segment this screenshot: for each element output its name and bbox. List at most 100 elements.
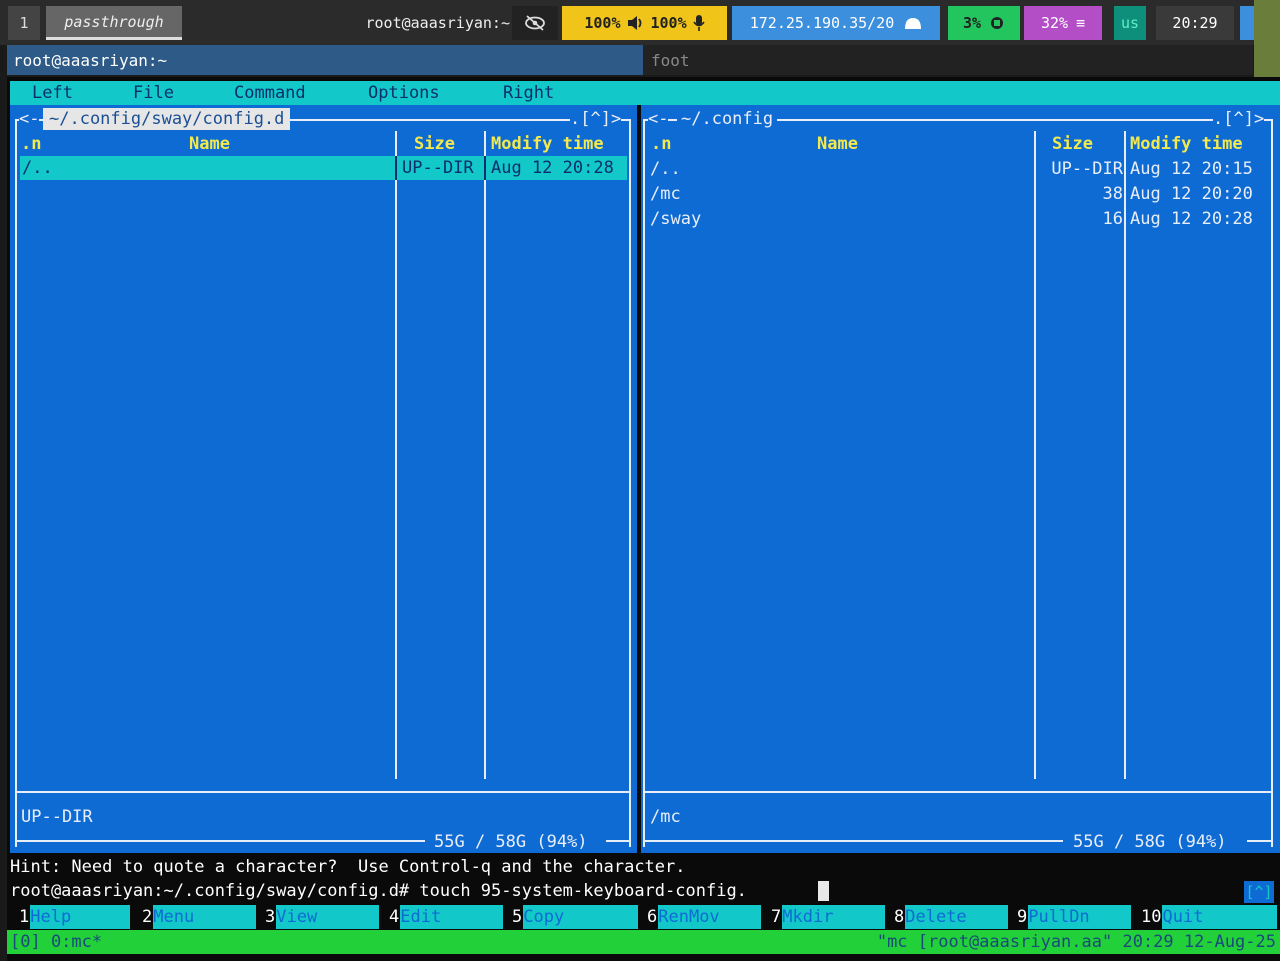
header-modify-time[interactable]: Modify time: [491, 133, 604, 155]
panel-status-divider: [643, 791, 1273, 793]
right-panel-path[interactable]: ~/.config: [677, 108, 778, 130]
hint-line: Hint: Need to quote a character? Use Con…: [10, 857, 686, 877]
ethernet-icon: [905, 18, 922, 29]
keyboard-layout-label: us: [1120, 14, 1140, 32]
row-modify-time: Aug 12 20:28: [491, 158, 614, 178]
cpu-module[interactable]: 3%: [948, 6, 1020, 40]
command-history-button[interactable]: [^]: [1244, 881, 1274, 903]
f7-mkdir-button[interactable]: 7Mkdir: [770, 905, 886, 929]
panel-frame-bottom: [643, 840, 1063, 842]
mc-menubar: Left File Command Options Right: [10, 81, 1280, 105]
eye-slash-icon: [525, 15, 545, 31]
binding-mode-label: passthrough: [64, 12, 164, 31]
command-line-input[interactable]: root@aaasriyan:~/.config/sway/config.d# …: [10, 880, 747, 902]
inactive-window-title: foot: [651, 50, 690, 70]
fkey-label: Delete: [905, 905, 1009, 929]
memory-bars-icon: ≡: [1076, 14, 1086, 32]
active-window-titlebar[interactable]: root@aaasriyan:~: [7, 45, 643, 75]
row-name: /..: [22, 158, 53, 178]
panel-status-line: UP--DIR: [21, 807, 93, 827]
panel-nav-left[interactable]: <-: [648, 108, 669, 130]
panel-frame-bottom-end: [606, 840, 630, 842]
panel-frame-right: [1271, 119, 1273, 847]
tray-edge: [1240, 6, 1254, 40]
tmux-window-list[interactable]: [0] 0:mc*: [10, 930, 102, 954]
memory-module[interactable]: 32% ≡: [1024, 6, 1102, 40]
table-row[interactable]: /.. UP--DIR Aug 12 20:15: [645, 157, 1271, 181]
fkey-label: Menu: [153, 905, 257, 929]
keyboard-layout[interactable]: us: [1114, 6, 1146, 40]
microphone-volume: 100%: [650, 14, 687, 32]
left-panel-path[interactable]: ~/.config/sway/config.d: [43, 108, 291, 130]
f2-menu-button[interactable]: 2Menu: [141, 905, 257, 929]
menu-options[interactable]: Options: [368, 81, 440, 105]
fkey-label: Mkdir: [782, 905, 886, 929]
ip-address: 172.25.190.35/20: [749, 14, 895, 32]
text-cursor: [818, 881, 829, 901]
fkey-number: 6: [646, 905, 659, 929]
header-sort[interactable]: .n: [21, 133, 41, 155]
menu-right[interactable]: Right: [503, 81, 554, 105]
f1-help-button[interactable]: 1Help: [18, 905, 131, 929]
f4-edit-button[interactable]: 4Edit: [388, 905, 504, 929]
f6-renmov-button[interactable]: 6RenMov: [646, 905, 762, 929]
workspace-button[interactable]: 1: [8, 6, 40, 40]
header-modify-time[interactable]: Modify time: [1130, 133, 1243, 155]
header-size[interactable]: Size: [414, 133, 455, 155]
f10-quit-button[interactable]: 10Quit: [1140, 905, 1278, 929]
memory-usage: 32%: [1040, 14, 1069, 32]
volume-module[interactable]: 100% 100%: [562, 6, 727, 40]
speaker-volume: 100%: [584, 14, 621, 32]
panel-frame-bottom: [15, 840, 425, 842]
selected-row-divider-size: [395, 156, 397, 180]
panel-frame-right: [629, 119, 631, 847]
column-divider-mtime: [484, 131, 486, 779]
idle-inhibitor-button[interactable]: [512, 6, 558, 40]
disk-free-info: 55G / 58G (94%): [430, 831, 592, 853]
panel-nav-right[interactable]: .[^]>: [570, 108, 622, 130]
fkey-label: Quit: [1162, 905, 1278, 929]
menu-left[interactable]: Left: [32, 81, 73, 105]
fkey-number: 2: [141, 905, 154, 929]
panel-status-divider: [15, 791, 630, 793]
header-size[interactable]: Size: [1052, 133, 1093, 155]
panel-nav-right[interactable]: .[^]>: [1213, 108, 1265, 130]
f5-copy-button[interactable]: 5Copy: [511, 905, 639, 929]
right-file-panel[interactable]: <- ~/.config .[^]> .n Name Size Modify t…: [641, 105, 1280, 853]
clock-module[interactable]: 20:29: [1156, 6, 1234, 40]
fkey-label: Help: [30, 905, 131, 929]
panel-frame-bottom-end: [1247, 840, 1273, 842]
f8-delete-button[interactable]: 8Delete: [893, 905, 1009, 929]
left-file-panel[interactable]: <- ~/.config/sway/config.d .[^]> .n Name…: [10, 105, 637, 853]
network-module[interactable]: 172.25.190.35/20: [732, 6, 940, 40]
column-divider-size: [395, 131, 397, 779]
disk-free-info: 55G / 58G (94%): [1069, 831, 1231, 853]
row-size: 16: [1102, 209, 1123, 229]
fkey-label: Edit: [400, 905, 504, 929]
menu-file[interactable]: File: [133, 81, 174, 105]
header-name[interactable]: Name: [817, 133, 858, 155]
table-row[interactable]: /sway 16 Aug 12 20:28: [645, 207, 1271, 231]
f9-pulldn-button[interactable]: 9PullDn: [1016, 905, 1132, 929]
header-sort[interactable]: .n: [651, 133, 671, 155]
sway-status-bar: 1 passthrough root@aaasriyan:~ 100% 100%…: [0, 0, 1280, 45]
table-row[interactable]: /mc 38 Aug 12 20:20: [645, 182, 1271, 206]
table-row[interactable]: /.. UP--DIR Aug 12 20:28: [20, 156, 627, 180]
row-name: /mc: [650, 184, 681, 204]
cpu-chip-icon: [991, 17, 1004, 29]
workspace-number: 1: [19, 14, 29, 32]
f3-view-button[interactable]: 3View: [264, 905, 380, 929]
fkey-label: View: [276, 905, 380, 929]
header-name[interactable]: Name: [189, 133, 230, 155]
fkey-number: 9: [1016, 905, 1029, 929]
fkey-number: 3: [264, 905, 277, 929]
inactive-window-titlebar[interactable]: foot: [643, 45, 1253, 75]
menu-command[interactable]: Command: [234, 81, 306, 105]
row-modify-time: Aug 12 20:28: [1130, 209, 1253, 229]
fkey-label: PullDn: [1028, 905, 1132, 929]
row-size: 38: [1102, 184, 1123, 204]
row-size: UP--DIR: [1051, 159, 1123, 179]
active-window-title: root@aaasriyan:~: [13, 50, 168, 70]
cpu-usage: 3%: [962, 14, 982, 32]
panel-nav-left[interactable]: <-: [19, 108, 40, 130]
